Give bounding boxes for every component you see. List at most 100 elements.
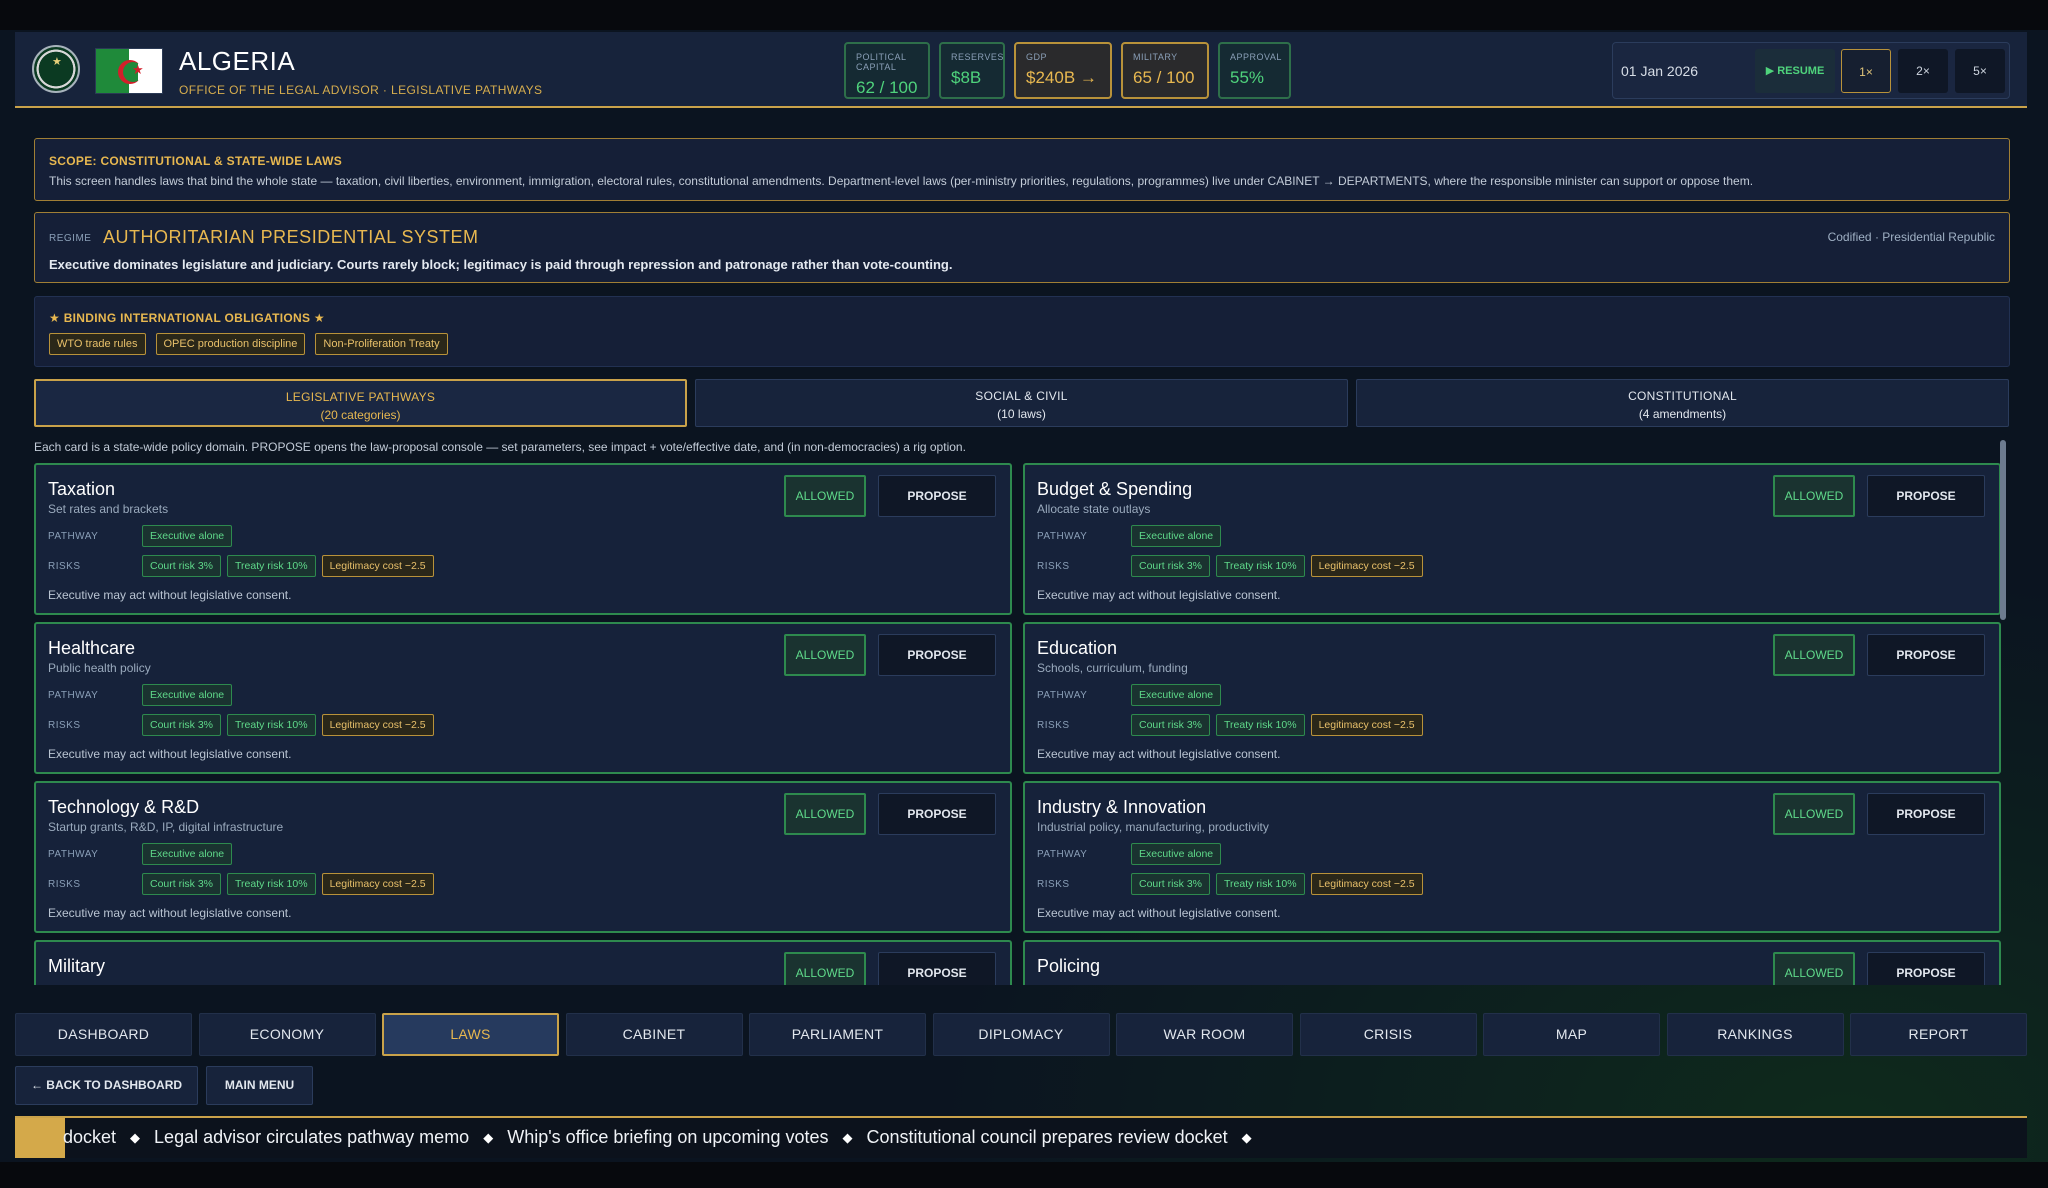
card-title: Military xyxy=(48,956,105,976)
nav-parliament-button[interactable]: PARLIAMENT xyxy=(749,1013,926,1056)
obligations-title: ★ BINDING INTERNATIONAL OBLIGATIONS ★ xyxy=(49,311,325,325)
risk-chip: Treaty risk 10% xyxy=(1216,873,1305,895)
card-note: Executive may act without legislative co… xyxy=(48,906,292,920)
stat-approval: APPROVAL 55% xyxy=(1218,42,1291,99)
back-to-dashboard-button[interactable]: ← BACK TO DASHBOARD xyxy=(15,1066,198,1105)
policy-card: Policing ALLOWED PROPOSE xyxy=(1023,940,2001,985)
propose-button[interactable]: PROPOSE xyxy=(1867,475,1985,517)
propose-button[interactable]: PROPOSE xyxy=(1867,952,1985,985)
policy-card: Technology & R&D Startup grants, R&D, IP,… xyxy=(34,781,1012,933)
pathway-label: PATHWAY xyxy=(1037,531,1088,542)
regime-label: REGIME xyxy=(49,233,92,244)
header-bar: ★ ★ ALGERIA OFFICE OF THE LEGAL ADVISOR … xyxy=(15,32,2027,108)
regime-name: AUTHORITARIAN PRESIDENTIAL SYSTEM xyxy=(103,227,479,247)
risk-chip: Legitimacy cost −2.5 xyxy=(321,873,434,895)
risk-chip: Court risk 3% xyxy=(1131,873,1211,895)
bottom-letterbox xyxy=(0,1162,2048,1188)
nav-report-button[interactable]: REPORT xyxy=(1850,1013,2027,1056)
card-note: Executive may act without legislative co… xyxy=(48,747,292,761)
stat-gdp[interactable]: GDP $240B → xyxy=(1014,42,1112,99)
propose-button[interactable]: PROPOSE xyxy=(878,475,996,517)
tab-legislative-pathways[interactable]: LEGISLATIVE PATHWAYS (20 categories) xyxy=(34,379,687,427)
tab-constitutional[interactable]: CONSTITUTIONAL (4 amendments) xyxy=(1356,379,2009,427)
card-title: Technology & R&D xyxy=(48,797,200,817)
card-subtitle: Public health policy xyxy=(48,661,151,675)
nav-war-room-button[interactable]: WAR ROOM xyxy=(1116,1013,1293,1056)
regime-type: Codified · Presidential Republic xyxy=(1827,230,1995,244)
allowed-status-badge: ALLOWED xyxy=(1773,634,1855,676)
international-obligations-panel: ★ BINDING INTERNATIONAL OBLIGATIONS ★ WT… xyxy=(34,296,2010,367)
card-subtitle: Allocate state outlays xyxy=(1037,502,1151,516)
ticker-separator-icon: ◆ xyxy=(1241,1129,1252,1145)
tab-social-civil[interactable]: SOCIAL & CIVIL (10 laws) xyxy=(695,379,1348,427)
nav-diplomacy-button[interactable]: DIPLOMACY xyxy=(932,1013,1110,1056)
card-subtitle: Set rates and brackets xyxy=(48,502,169,516)
pathway-label: PATHWAY xyxy=(1037,849,1088,860)
speed-2x-button[interactable]: 2× xyxy=(1898,49,1948,93)
card-note: Executive may act without legislative co… xyxy=(48,588,292,602)
propose-button[interactable]: PROPOSE xyxy=(878,793,996,835)
risks-label: RISKS xyxy=(1037,720,1070,731)
scope-description: This screen handles laws that bind the w… xyxy=(49,174,1754,188)
ticker-item: Whip's office briefing on upcoming votes xyxy=(507,1127,829,1147)
card-title: Healthcare xyxy=(48,638,136,658)
regime-panel: REGIME AUTHORITARIAN PRESIDENTIAL SYSTEM… xyxy=(34,212,2010,283)
obligation-chip: Non-Proliferation Treaty xyxy=(315,333,448,355)
game-date: 01 Jan 2026 xyxy=(1621,63,1699,79)
risk-chip: Treaty risk 10% xyxy=(227,714,316,736)
allowed-status-badge: ALLOWED xyxy=(1773,793,1855,835)
risk-chip: Treaty risk 10% xyxy=(1216,714,1305,736)
speed-5x-button[interactable]: 5× xyxy=(1955,49,2005,93)
ticker-separator-icon: ◆ xyxy=(130,1129,141,1145)
propose-button[interactable]: PROPOSE xyxy=(1867,793,1985,835)
allowed-status-badge: ALLOWED xyxy=(1773,475,1855,517)
card-note: Executive may act without legislative co… xyxy=(1037,747,1281,761)
cards-scrollbar[interactable] xyxy=(2000,440,2006,620)
nav-map-button[interactable]: MAP xyxy=(1483,1013,1660,1056)
pathway-label: PATHWAY xyxy=(1037,690,1088,701)
nav-economy-button[interactable]: ECONOMY xyxy=(198,1013,376,1056)
tab-help-text: Each card is a state-wide policy domain.… xyxy=(34,440,966,454)
allowed-status-badge: ALLOWED xyxy=(784,952,866,985)
speed-1x-button[interactable]: 1× xyxy=(1841,49,1891,93)
stat-political-capital: POLITICAL CAPITAL 62 / 100 xyxy=(844,42,930,99)
resume-button[interactable]: ▶ RESUME xyxy=(1755,49,1835,93)
ticker-badge xyxy=(15,1118,65,1158)
pathway-chip: Executive alone xyxy=(1131,684,1222,706)
risk-chip: Court risk 3% xyxy=(1131,555,1211,577)
propose-button[interactable]: PROPOSE xyxy=(878,952,996,985)
main-menu-button[interactable]: MAIN MENU xyxy=(206,1066,313,1105)
card-note: Executive may act without legislative co… xyxy=(1037,588,1281,602)
card-subtitle: Schools, curriculum, funding xyxy=(1037,661,1188,675)
risk-chip: Legitimacy cost −2.5 xyxy=(1310,873,1423,895)
nav-laws-button[interactable]: LAWS xyxy=(382,1013,559,1056)
policy-card: Taxation Set rates and brackets ALLOWED PRO… xyxy=(34,463,1012,615)
ticker-item: Legal advisor circulates pathway memo xyxy=(154,1127,470,1147)
propose-button[interactable]: PROPOSE xyxy=(1867,634,1985,676)
card-title: Industry & Innovation xyxy=(1037,797,1207,817)
nav-cabinet-button[interactable]: CABINET xyxy=(565,1013,743,1056)
nav-dashboard-button[interactable]: DASHBOARD xyxy=(15,1013,192,1056)
propose-button[interactable]: PROPOSE xyxy=(878,634,996,676)
card-title: Policing xyxy=(1037,956,1101,976)
risk-chip: Court risk 3% xyxy=(1131,714,1211,736)
risk-chip: Legitimacy cost −2.5 xyxy=(1310,714,1423,736)
risks-label: RISKS xyxy=(48,561,81,572)
risk-chip: Treaty risk 10% xyxy=(227,873,316,895)
ticker-item: Constitutional council prepares review d… xyxy=(866,1127,1228,1147)
stat-military: MILITARY 65 / 100 xyxy=(1121,42,1209,99)
policy-card: Education Schools, curriculum, funding ALL… xyxy=(1023,622,2001,774)
nav-rankings-button[interactable]: RANKINGS xyxy=(1666,1013,1844,1056)
ticker-item: docket xyxy=(63,1127,117,1147)
risks-label: RISKS xyxy=(1037,561,1070,572)
scope-title: SCOPE: CONSTITUTIONAL & STATE-WIDE LAWS xyxy=(49,154,343,168)
pathway-chip: Executive alone xyxy=(1131,843,1222,865)
allowed-status-badge: ALLOWED xyxy=(784,793,866,835)
scope-notice: SCOPE: CONSTITUTIONAL & STATE-WIDE LAWS … xyxy=(34,138,2010,201)
card-subtitle: Industrial policy, manufacturing, produc… xyxy=(1037,820,1269,834)
risk-chip: Treaty risk 10% xyxy=(1216,555,1305,577)
allowed-status-badge: ALLOWED xyxy=(784,634,866,676)
ticker-separator-icon: ◆ xyxy=(483,1129,494,1145)
nav-crisis-button[interactable]: CRISIS xyxy=(1299,1013,1477,1056)
risk-chip: Legitimacy cost −2.5 xyxy=(1310,555,1423,577)
